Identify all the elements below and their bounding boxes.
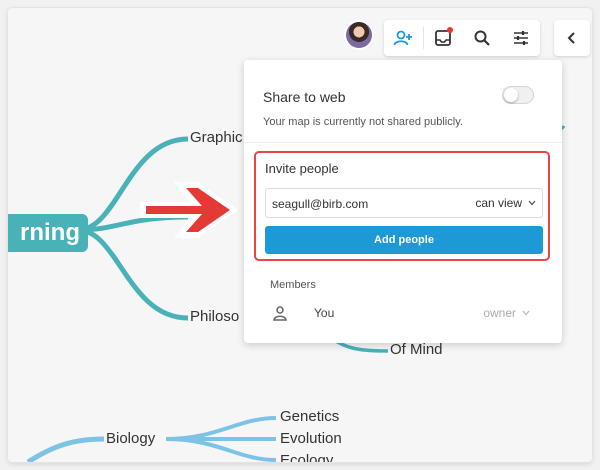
node-genetics[interactable]: Genetics bbox=[280, 408, 339, 425]
chevron-down-icon bbox=[522, 310, 530, 316]
members-label: Members bbox=[270, 279, 316, 291]
callout-arrow-icon bbox=[140, 182, 238, 238]
search-button[interactable] bbox=[463, 20, 502, 56]
invite-input-row: can view bbox=[265, 188, 543, 218]
share-to-web-toggle[interactable] bbox=[502, 86, 534, 104]
permission-select[interactable]: can view bbox=[475, 196, 536, 210]
node-of-mind[interactable]: Of Mind bbox=[390, 341, 443, 358]
root-node[interactable]: rning bbox=[8, 214, 88, 252]
chevron-down-icon bbox=[528, 200, 536, 206]
branch-genetics bbox=[165, 416, 277, 441]
search-icon bbox=[474, 30, 490, 46]
node-philoso[interactable]: Philoso bbox=[190, 308, 239, 325]
node-ecology[interactable]: Ecology bbox=[280, 452, 333, 462]
node-graphic[interactable]: Graphic bbox=[190, 129, 243, 146]
add-people-button[interactable]: Add people bbox=[265, 226, 543, 254]
toggle-knob bbox=[504, 88, 518, 102]
chevron-left-icon bbox=[567, 32, 575, 44]
add-person-button[interactable] bbox=[384, 20, 423, 56]
invite-section: Invite people can view Add people bbox=[254, 151, 550, 261]
invite-title: Invite people bbox=[265, 161, 339, 176]
filter-sliders-icon bbox=[513, 31, 528, 45]
member-role-value: owner bbox=[483, 306, 516, 320]
share-to-web-title: Share to web bbox=[263, 89, 346, 105]
top-toolbar bbox=[384, 20, 540, 56]
share-panel: Share to web Your map is currently not s… bbox=[244, 60, 562, 343]
share-status-text: Your map is currently not shared publicl… bbox=[263, 116, 463, 128]
filter-button[interactable] bbox=[501, 20, 540, 56]
collapse-panel-button[interactable] bbox=[554, 20, 590, 56]
add-person-icon bbox=[393, 30, 413, 46]
app-frame: rning Graphic As Philoso Of Mind Biology… bbox=[8, 8, 592, 462]
permission-value: can view bbox=[475, 196, 522, 210]
branch-root-biology bbox=[26, 436, 105, 462]
notification-dot bbox=[446, 27, 453, 33]
member-name: You bbox=[314, 306, 335, 320]
user-avatar[interactable] bbox=[346, 22, 372, 48]
node-evolution[interactable]: Evolution bbox=[280, 430, 342, 447]
node-biology[interactable]: Biology bbox=[106, 430, 155, 447]
member-role-select[interactable]: owner bbox=[483, 306, 530, 320]
person-icon bbox=[273, 306, 287, 321]
inbox-button[interactable] bbox=[424, 20, 463, 56]
member-row: You owner bbox=[270, 303, 540, 325]
email-input[interactable] bbox=[272, 195, 452, 213]
panel-divider bbox=[244, 142, 562, 143]
branch-ecology bbox=[165, 437, 277, 462]
